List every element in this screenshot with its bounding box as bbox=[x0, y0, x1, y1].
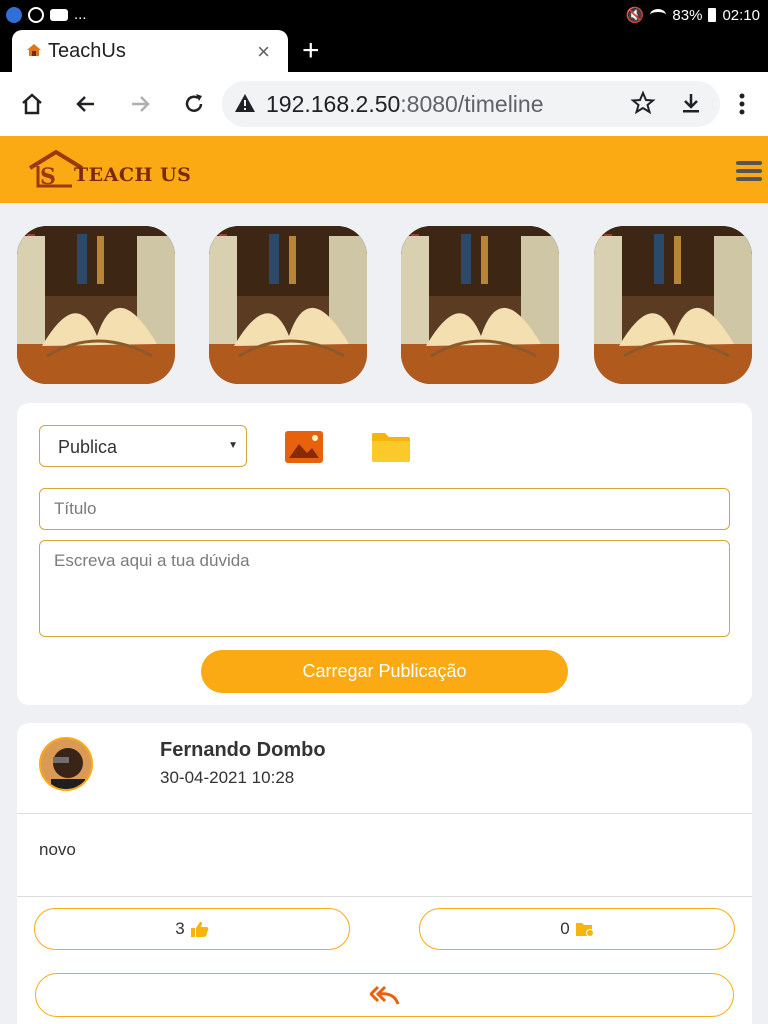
image-upload-icon[interactable] bbox=[285, 431, 323, 463]
caret-down-icon: ▼ bbox=[228, 440, 238, 451]
reply-all-icon bbox=[369, 985, 399, 1005]
folder-save-icon bbox=[575, 923, 594, 937]
story-thumbnail[interactable] bbox=[17, 226, 175, 384]
post-author[interactable]: Fernando Dombo bbox=[160, 739, 326, 762]
forward-button[interactable] bbox=[124, 88, 156, 120]
status-bar: ... 🔇 83% 02:10 bbox=[0, 0, 768, 30]
new-tab-button[interactable]: + bbox=[302, 36, 320, 66]
like-count: 3 bbox=[175, 919, 185, 938]
tab-strip: TeachUs × + bbox=[0, 30, 768, 72]
bookmark-star-icon[interactable] bbox=[630, 90, 656, 116]
not-secure-warning-icon bbox=[235, 94, 255, 112]
tab-title: TeachUs bbox=[48, 40, 126, 62]
more-vertical-icon bbox=[739, 93, 745, 115]
user-photo bbox=[41, 739, 91, 789]
messenger-icon bbox=[6, 6, 22, 23]
save-button[interactable]: 0 bbox=[419, 908, 735, 950]
favicon-house-icon bbox=[27, 44, 41, 56]
teachus-logo[interactable]: S TEACH US bbox=[28, 150, 198, 190]
books-image bbox=[17, 226, 175, 384]
post-date: 30-04-2021 10:28 bbox=[160, 768, 295, 787]
visibility-value: Publica bbox=[58, 437, 118, 457]
battery-icon bbox=[708, 8, 717, 22]
story-thumbnail[interactable] bbox=[209, 226, 367, 384]
divider bbox=[17, 896, 752, 897]
svg-text:S: S bbox=[40, 164, 56, 190]
publish-button[interactable]: Carregar Publicação bbox=[201, 650, 568, 693]
save-count: 0 bbox=[560, 919, 570, 938]
reply-button[interactable] bbox=[35, 973, 734, 1017]
divider bbox=[17, 813, 752, 814]
close-tab-icon[interactable]: × bbox=[257, 39, 270, 65]
avatar[interactable] bbox=[39, 737, 93, 791]
sync-icon bbox=[28, 6, 44, 23]
post-composer: Publica ▼ Título Escreva aqui a tua dúvi… bbox=[17, 403, 752, 705]
download-icon[interactable] bbox=[678, 90, 704, 116]
more-notifications: ... bbox=[74, 6, 87, 23]
address-bar[interactable]: 192.168.2.50:8080/timeline bbox=[222, 81, 720, 127]
logo-text: TEACH US bbox=[74, 164, 192, 186]
story-thumbnail[interactable] bbox=[594, 226, 752, 384]
post-text: novo bbox=[39, 840, 76, 859]
browser-toolbar: 192.168.2.50:8080/timeline bbox=[0, 72, 768, 136]
reload-button[interactable] bbox=[178, 88, 210, 120]
question-textarea[interactable]: Escreva aqui a tua dúvida bbox=[39, 540, 730, 637]
wifi-icon bbox=[650, 9, 667, 21]
home-button[interactable] bbox=[16, 88, 48, 120]
back-button[interactable] bbox=[70, 88, 102, 120]
mute-icon: 🔇 bbox=[625, 7, 645, 24]
arrow-left-icon bbox=[76, 96, 94, 112]
visibility-select[interactable]: Publica ▼ bbox=[39, 425, 247, 467]
url-text: 192.168.2.50:8080/timeline bbox=[266, 91, 544, 117]
post-card: Fernando Dombo 30-04-2021 10:28 novo 3 0 bbox=[17, 723, 752, 1024]
books-image bbox=[209, 226, 367, 384]
folder-icon[interactable] bbox=[371, 431, 411, 463]
arrow-right-icon bbox=[132, 96, 150, 112]
browser-menu-button[interactable] bbox=[726, 88, 758, 120]
like-button[interactable]: 3 bbox=[34, 908, 350, 950]
browser-tab[interactable]: TeachUs × bbox=[12, 30, 288, 72]
reload-icon bbox=[185, 94, 203, 112]
thumbs-up-icon bbox=[190, 921, 209, 937]
menu-button[interactable] bbox=[736, 161, 762, 181]
clock: 02:10 bbox=[722, 6, 760, 24]
app-header: S TEACH US bbox=[0, 136, 768, 203]
youtube-icon bbox=[50, 8, 68, 21]
books-image bbox=[594, 226, 752, 384]
books-image bbox=[401, 226, 559, 384]
title-input[interactable]: Título bbox=[39, 488, 730, 530]
story-thumbnail[interactable] bbox=[401, 226, 559, 384]
home-icon bbox=[22, 93, 42, 115]
battery-level: 83% bbox=[672, 6, 703, 24]
